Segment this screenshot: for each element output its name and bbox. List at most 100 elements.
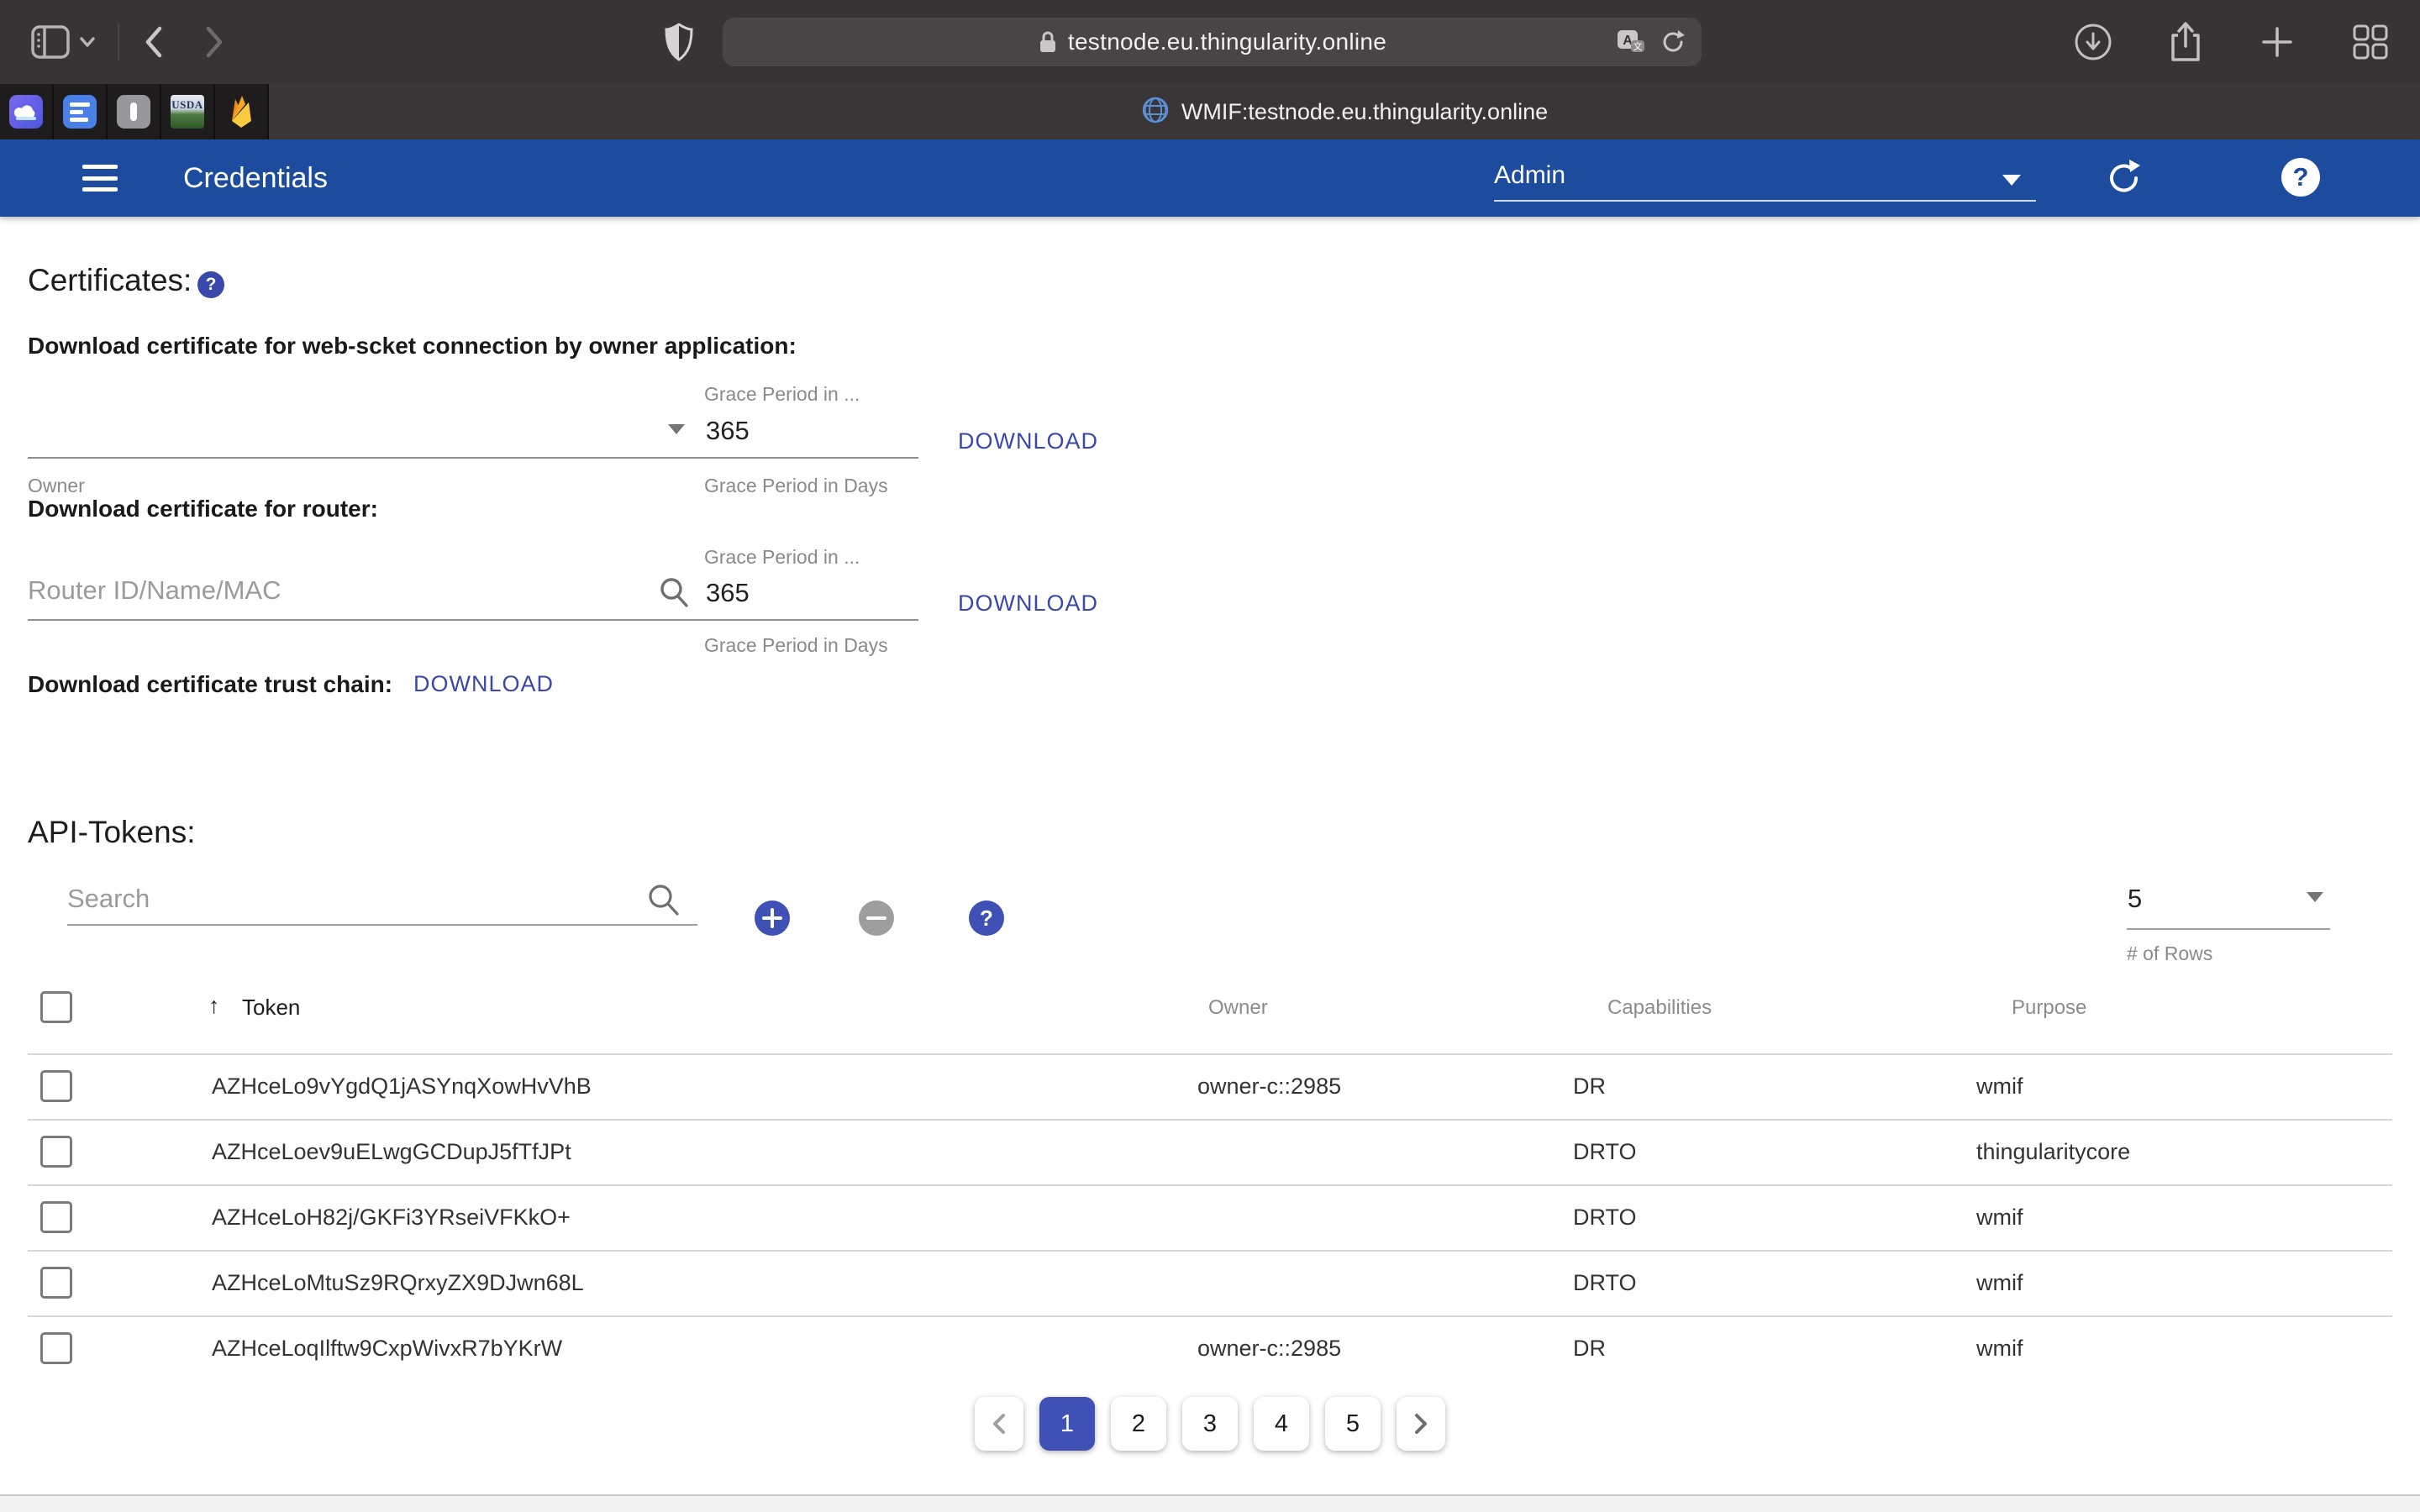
trust-chain-download-link[interactable]: DOWNLOAD — [413, 671, 554, 697]
cell-capabilities: DRTO — [1573, 1270, 1637, 1296]
browser-toolbar: testnode.eu.thingularity.online A 文 — [0, 0, 2420, 84]
active-tab[interactable]: WMIF:testnode.eu.thingularity.online — [269, 84, 2420, 139]
cell-owner: owner-c::2985 — [1197, 1074, 1341, 1100]
table-row[interactable]: AZHceLoH82j/GKFi3YRseiVFKkO+DRTOwmif — [0, 1184, 2420, 1250]
url-text: testnode.eu.thingularity.online — [1068, 29, 1386, 55]
websocket-download-link[interactable]: DOWNLOAD — [958, 428, 1098, 454]
search-underline — [67, 924, 697, 926]
select-all-checkbox[interactable] — [40, 991, 72, 1023]
role-select-value: Admin — [1494, 161, 1565, 190]
pinned-tab-docs[interactable] — [54, 84, 108, 139]
page-button-4[interactable]: 4 — [1254, 1397, 1309, 1451]
certificates-heading: Certificates: — [28, 263, 192, 298]
router-cert-label: Download certificate for router: — [28, 496, 378, 522]
pinned-tab-firebase[interactable] — [215, 84, 269, 139]
share-button[interactable] — [2168, 21, 2203, 63]
chevron-down-icon — [2002, 175, 2021, 186]
grace-period-label-router: Grace Period in ... — [704, 546, 860, 569]
rows-select-value[interactable]: 5 — [2128, 884, 2142, 914]
add-token-button[interactable] — [755, 900, 790, 936]
cell-token: AZHceLoMtuSz9RQrxyZX9DJwn68L — [212, 1270, 584, 1296]
downloads-button[interactable] — [2074, 23, 2112, 61]
pinned-tab-usda[interactable]: USDA — [161, 84, 215, 139]
pinned-tab-cloud[interactable] — [0, 84, 54, 139]
page-button-1[interactable]: 1 — [1039, 1397, 1095, 1451]
router-download-link[interactable]: DOWNLOAD — [958, 591, 1098, 617]
table-row[interactable]: AZHceLo9vYgdQ1jASYnqXowHvVhB owner-c::298… — [0, 1053, 2420, 1119]
translate-icon[interactable]: A 文 — [1616, 29, 1646, 55]
next-page-button[interactable] — [1397, 1397, 1445, 1451]
row-divider — [28, 1184, 2392, 1186]
page-button-3[interactable]: 3 — [1182, 1397, 1238, 1451]
router-id-input[interactable] — [28, 575, 633, 606]
cell-purpose: wmif — [1976, 1205, 2023, 1231]
row-checkbox[interactable] — [40, 1201, 72, 1233]
row-checkbox[interactable] — [40, 1136, 72, 1168]
column-header-owner[interactable]: Owner — [1208, 996, 1268, 1020]
cell-owner: owner-c::2985 — [1197, 1336, 1341, 1362]
svg-text:文: 文 — [1634, 40, 1643, 52]
certificates-help-icon[interactable]: ? — [197, 271, 224, 298]
sort-ascending-icon[interactable]: ↑ — [208, 993, 220, 1019]
owner-grace-underline — [28, 457, 918, 459]
table-row[interactable]: AZHceLoqIlftw9CxpWivxR7bYKrW owner-c::298… — [0, 1315, 2420, 1381]
globe-favicon — [1141, 96, 1170, 129]
page-title: Credentials — [183, 162, 328, 195]
rows-select-underline — [2127, 928, 2330, 930]
websocket-cert-label: Download certificate for web-scket conne… — [28, 333, 797, 360]
page-button-2[interactable]: 2 — [1111, 1397, 1166, 1451]
cell-token: AZHceLo9vYgdQ1jASYnqXowHvVhB — [212, 1074, 592, 1100]
row-divider — [28, 1053, 2392, 1055]
cloud-icon — [9, 95, 43, 129]
cell-capabilities: DR — [1573, 1336, 1606, 1362]
router-grace-underline — [28, 619, 918, 621]
grace-period-value-router[interactable]: 365 — [706, 578, 750, 608]
sidebar-toggle-icon[interactable] — [30, 24, 96, 60]
row-checkbox[interactable] — [40, 1070, 72, 1102]
cell-purpose: wmif — [1976, 1270, 2023, 1296]
privacy-shield-icon[interactable] — [664, 22, 694, 62]
pinned-tab-pill[interactable] — [108, 84, 161, 139]
back-button[interactable] — [141, 24, 166, 60]
token-search-input[interactable] — [67, 884, 605, 914]
column-header-capabilities[interactable]: Capabilities — [1607, 996, 1712, 1020]
vertical-bar-icon — [117, 95, 150, 129]
page-button-5[interactable]: 5 — [1325, 1397, 1381, 1451]
previous-page-button[interactable] — [975, 1397, 1023, 1451]
owner-helper-label: Owner — [28, 475, 85, 497]
document-list-icon — [63, 95, 97, 129]
column-header-purpose[interactable]: Purpose — [2012, 996, 2086, 1020]
owner-select-caret[interactable] — [668, 424, 685, 434]
menu-icon[interactable] — [82, 161, 118, 195]
refresh-button[interactable] — [2105, 158, 2144, 202]
help-button[interactable]: ? — [2281, 158, 2320, 197]
cell-token: AZHceLoev9uELwgGCDupJ5fTfJPt — [212, 1139, 571, 1165]
grace-days-label-ws: Grace Period in Days — [704, 475, 888, 497]
new-tab-button[interactable] — [2259, 24, 2296, 60]
usda-logo: USDA — [171, 95, 204, 129]
screen: testnode.eu.thingularity.online A 文 — [0, 0, 2420, 1512]
cell-token: AZHceLoqIlftw9CxpWivxR7bYKrW — [212, 1336, 562, 1362]
row-checkbox[interactable] — [40, 1267, 72, 1299]
grace-days-label-router: Grace Period in Days — [704, 634, 888, 657]
grace-period-value-ws[interactable]: 365 — [706, 416, 750, 446]
row-divider — [28, 1250, 2392, 1252]
tab-overview-button[interactable] — [2351, 23, 2390, 61]
rows-select-caret[interactable] — [2307, 892, 2323, 902]
chevron-down-icon — [79, 36, 96, 48]
page-reload-icon[interactable] — [1660, 29, 1686, 55]
table-row[interactable]: AZHceLoev9uELwgGCDupJ5fTfJPtDRTOthingula… — [0, 1119, 2420, 1184]
role-select[interactable]: Admin — [1494, 151, 2036, 202]
cell-purpose: thingularitycore — [1976, 1139, 2130, 1165]
forward-button[interactable] — [202, 24, 227, 60]
column-header-token[interactable]: Token — [242, 995, 300, 1021]
remove-token-button[interactable] — [859, 900, 894, 936]
app-header: Credentials Admin ? — [0, 139, 2420, 217]
trust-chain-label: Download certificate trust chain: — [28, 671, 392, 698]
row-checkbox[interactable] — [40, 1332, 72, 1364]
address-bar[interactable]: testnode.eu.thingularity.online A 文 — [723, 18, 1702, 66]
router-search-icon[interactable] — [657, 575, 691, 613]
table-row[interactable]: AZHceLoMtuSz9RQrxyZX9DJwn68L DRTO wmif — [0, 1250, 2420, 1315]
tokens-help-button[interactable]: ? — [969, 900, 1004, 936]
cell-purpose: wmif — [1976, 1074, 2023, 1100]
